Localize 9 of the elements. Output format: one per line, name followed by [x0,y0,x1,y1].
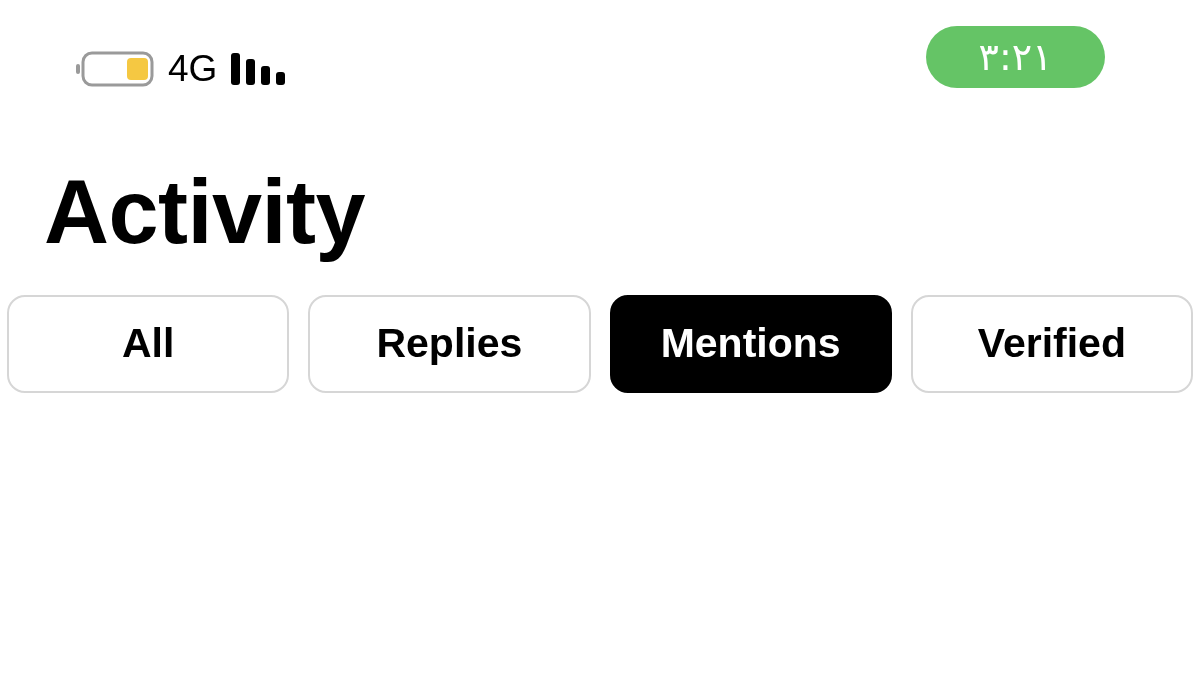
filter-tab[interactable]: Replies [308,295,591,393]
filter-tab[interactable]: Mentions [609,295,892,393]
time-pill: ٣:٢١ [926,26,1105,88]
filter-tab[interactable]: Verified [910,295,1193,393]
page-title: Activity [44,161,367,264]
filter-tab[interactable]: All [7,295,290,393]
battery-icon [76,50,154,87]
signal-bars-icon [231,52,286,85]
network-label: 4G [168,50,218,87]
